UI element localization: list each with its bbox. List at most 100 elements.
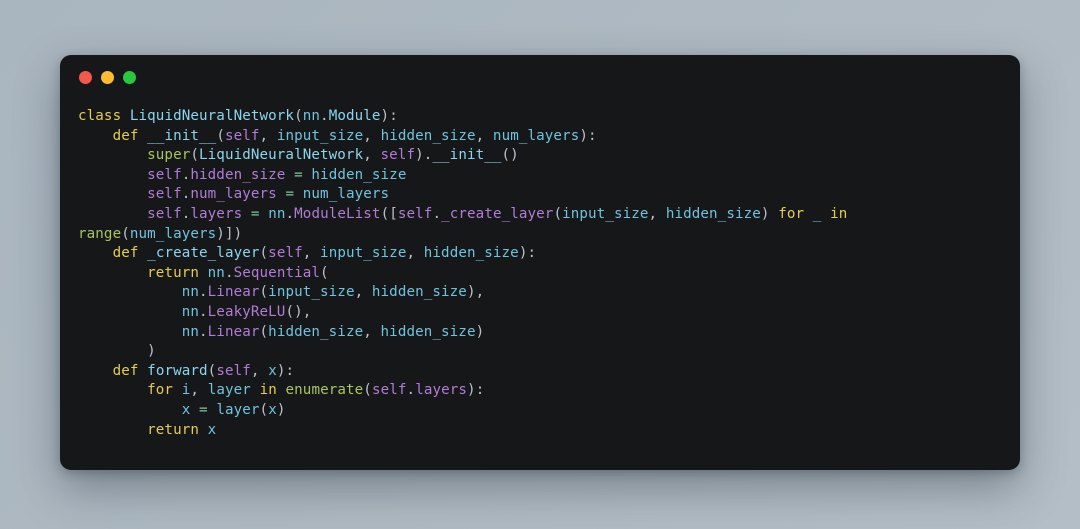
code-token-var: num_layers [129, 225, 217, 242]
code-token-self: layers [190, 205, 243, 222]
code-token-self: self [397, 205, 433, 222]
code-area[interactable]: class LiquidNeuralNetwork(nn.Module): de… [60, 100, 1020, 456]
source-code[interactable]: class LiquidNeuralNetwork(nn.Module): de… [78, 107, 1002, 440]
code-token-punc: . [285, 205, 295, 222]
code-token-var: x [268, 401, 277, 418]
code-token-punc: ), [466, 284, 485, 301]
code-token-var: nn [268, 205, 286, 222]
code-token-self: self [224, 127, 260, 144]
code-token-kw: in [830, 205, 848, 222]
code-token-cls: _create_layer [147, 245, 260, 262]
code-token-kw: class [78, 108, 122, 124]
code-token-self: self [268, 245, 303, 262]
code-token-punc: , [190, 382, 208, 399]
code-token-op: = [250, 205, 260, 222]
code-token-punc: ( [216, 127, 225, 144]
code-token-var: x [207, 421, 217, 438]
code-token-punc: ): [380, 108, 398, 124]
code-token-kw: def [112, 245, 139, 262]
code-token-var: hidden_size [380, 127, 476, 144]
close-button-icon[interactable] [79, 71, 92, 84]
code-token-kw: def [112, 362, 139, 379]
code-token-punc: ) [276, 401, 286, 418]
code-token-kw: for [778, 205, 805, 222]
code-token-attr: Sequential [233, 264, 321, 281]
code-token-var: nn [181, 303, 199, 320]
code-token-punc: )]) [216, 225, 243, 242]
code-token-cls: LiquidNeuralNetwork [129, 108, 295, 124]
code-token-punc: , [302, 245, 321, 262]
code-token-punc: ). [415, 147, 433, 164]
code-token-punc: , [363, 127, 381, 144]
code-token-var: input_size [276, 127, 364, 144]
code-token-punc: ( [363, 382, 372, 399]
code-token-cls: LiquidNeuralNetwork [199, 147, 364, 164]
code-token-var: num_layers [302, 186, 390, 203]
code-token-punc: ( [190, 147, 200, 164]
code-token-punc: . [224, 264, 234, 281]
code-token-var: input_size [320, 245, 407, 262]
window-titlebar [60, 55, 1020, 100]
code-token-kw: def [112, 127, 139, 144]
code-token-punc: , [363, 323, 381, 340]
code-token-cls: Module [328, 108, 381, 124]
code-token-punc: , [250, 362, 269, 379]
code-token-attr: LeakyReLU [207, 303, 286, 320]
code-token-self: self [147, 166, 182, 183]
code-token-op: = [285, 186, 295, 203]
code-token-self: self [147, 186, 182, 203]
code-token-var: hidden_size [380, 323, 476, 340]
code-window: class LiquidNeuralNetwork(nn.Module): de… [60, 55, 1020, 470]
code-token-var: x [181, 401, 191, 418]
code-token-var: hidden_size [371, 284, 467, 301]
code-token-self: self [380, 147, 416, 164]
code-token-self: _create_layer [441, 205, 554, 222]
code-token-var: _ [812, 205, 822, 222]
code-token-punc: ) [475, 323, 485, 340]
code-token-op: = [294, 166, 303, 183]
code-token-var: nn [181, 284, 199, 301]
code-token-punc: , [363, 147, 381, 164]
code-token-kw: for [147, 382, 174, 399]
code-token-self: layers [415, 382, 468, 399]
code-token-punc: , [648, 205, 666, 222]
code-token-punc: ): [467, 382, 485, 399]
code-token-punc: . [320, 108, 329, 124]
code-token-var: input_size [268, 284, 355, 301]
code-token-punc: . [432, 205, 442, 222]
code-token-punc: ( [553, 205, 563, 222]
code-token-punc: ( [259, 401, 269, 418]
code-token-punc: ( [259, 323, 269, 340]
code-token-var: layer [207, 382, 251, 399]
code-token-kw: return [147, 264, 199, 281]
code-token-fn: enumerate [285, 382, 364, 399]
maximize-button-icon[interactable] [123, 71, 136, 84]
code-token-var: x [268, 362, 277, 379]
code-token-punc: ( [259, 284, 269, 301]
code-token-var: hidden_size [423, 245, 519, 262]
code-token-attr: ModuleList [294, 205, 381, 222]
code-token-cls: __init__ [432, 147, 502, 164]
code-token-punc: ( [320, 264, 329, 281]
code-token-op: = [199, 401, 208, 418]
code-token-punc: . [199, 284, 208, 301]
code-token-attr: Linear [207, 323, 260, 340]
code-token-attr: Linear [207, 284, 260, 301]
code-token-self: hidden_size [190, 166, 286, 183]
minimize-button-icon[interactable] [101, 71, 114, 84]
code-token-cls: __init__ [147, 127, 217, 144]
code-token-punc: ( [259, 245, 269, 262]
code-token-var: hidden_size [665, 205, 761, 222]
screenshot-stage: class LiquidNeuralNetwork(nn.Module): de… [0, 0, 1080, 529]
code-token-self: self [216, 362, 251, 379]
code-token-var: nn [302, 108, 321, 124]
code-token-punc: , [406, 245, 424, 262]
code-token-punc: . [406, 382, 416, 399]
code-token-punc: () [501, 147, 519, 164]
code-token-var: nn [207, 264, 225, 281]
code-token-punc: , [475, 127, 493, 144]
code-token-var: hidden_size [311, 166, 407, 183]
code-token-self: self [371, 382, 407, 399]
code-token-punc: (), [285, 303, 312, 320]
code-token-punc: , [354, 284, 372, 301]
